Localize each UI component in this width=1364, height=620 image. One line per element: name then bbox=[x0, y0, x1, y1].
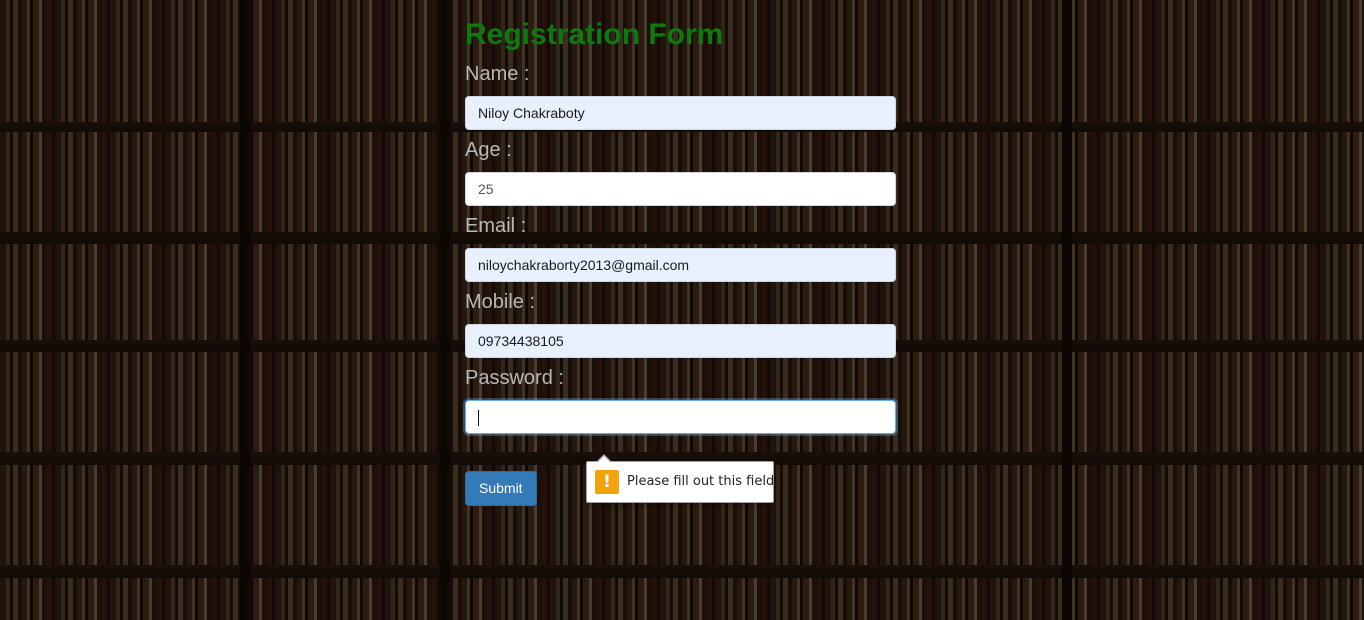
age-field-group: Age : bbox=[465, 138, 896, 206]
email-field-group: Email : bbox=[465, 214, 896, 282]
warning-icon: ! bbox=[595, 470, 619, 494]
password-field-group: Password : bbox=[465, 366, 896, 434]
submit-button[interactable]: Submit bbox=[465, 471, 537, 506]
mobile-field-group: Mobile : bbox=[465, 290, 896, 358]
page: Registration Form Name : Age : Email : M… bbox=[0, 0, 1364, 620]
name-field-group: Name : bbox=[465, 62, 896, 130]
tooltip-arrow-fill bbox=[597, 456, 611, 463]
text-caret bbox=[478, 410, 479, 427]
validation-tooltip: ! Please fill out this field. bbox=[586, 454, 778, 503]
age-input[interactable] bbox=[465, 172, 896, 206]
name-label: Name : bbox=[465, 63, 530, 85]
validation-message: Please fill out this field. bbox=[627, 474, 779, 489]
registration-form: Registration Form Name : Age : Email : M… bbox=[465, 14, 896, 506]
password-input[interactable] bbox=[465, 400, 896, 434]
mobile-label: Mobile : bbox=[465, 291, 536, 313]
mobile-input[interactable] bbox=[465, 324, 896, 358]
email-input[interactable] bbox=[465, 248, 896, 282]
password-label: Password : bbox=[465, 367, 564, 389]
name-input[interactable] bbox=[465, 96, 896, 130]
age-label: Age : bbox=[465, 139, 512, 161]
email-label: Email : bbox=[465, 215, 527, 237]
form-title: Registration Form bbox=[465, 18, 724, 51]
